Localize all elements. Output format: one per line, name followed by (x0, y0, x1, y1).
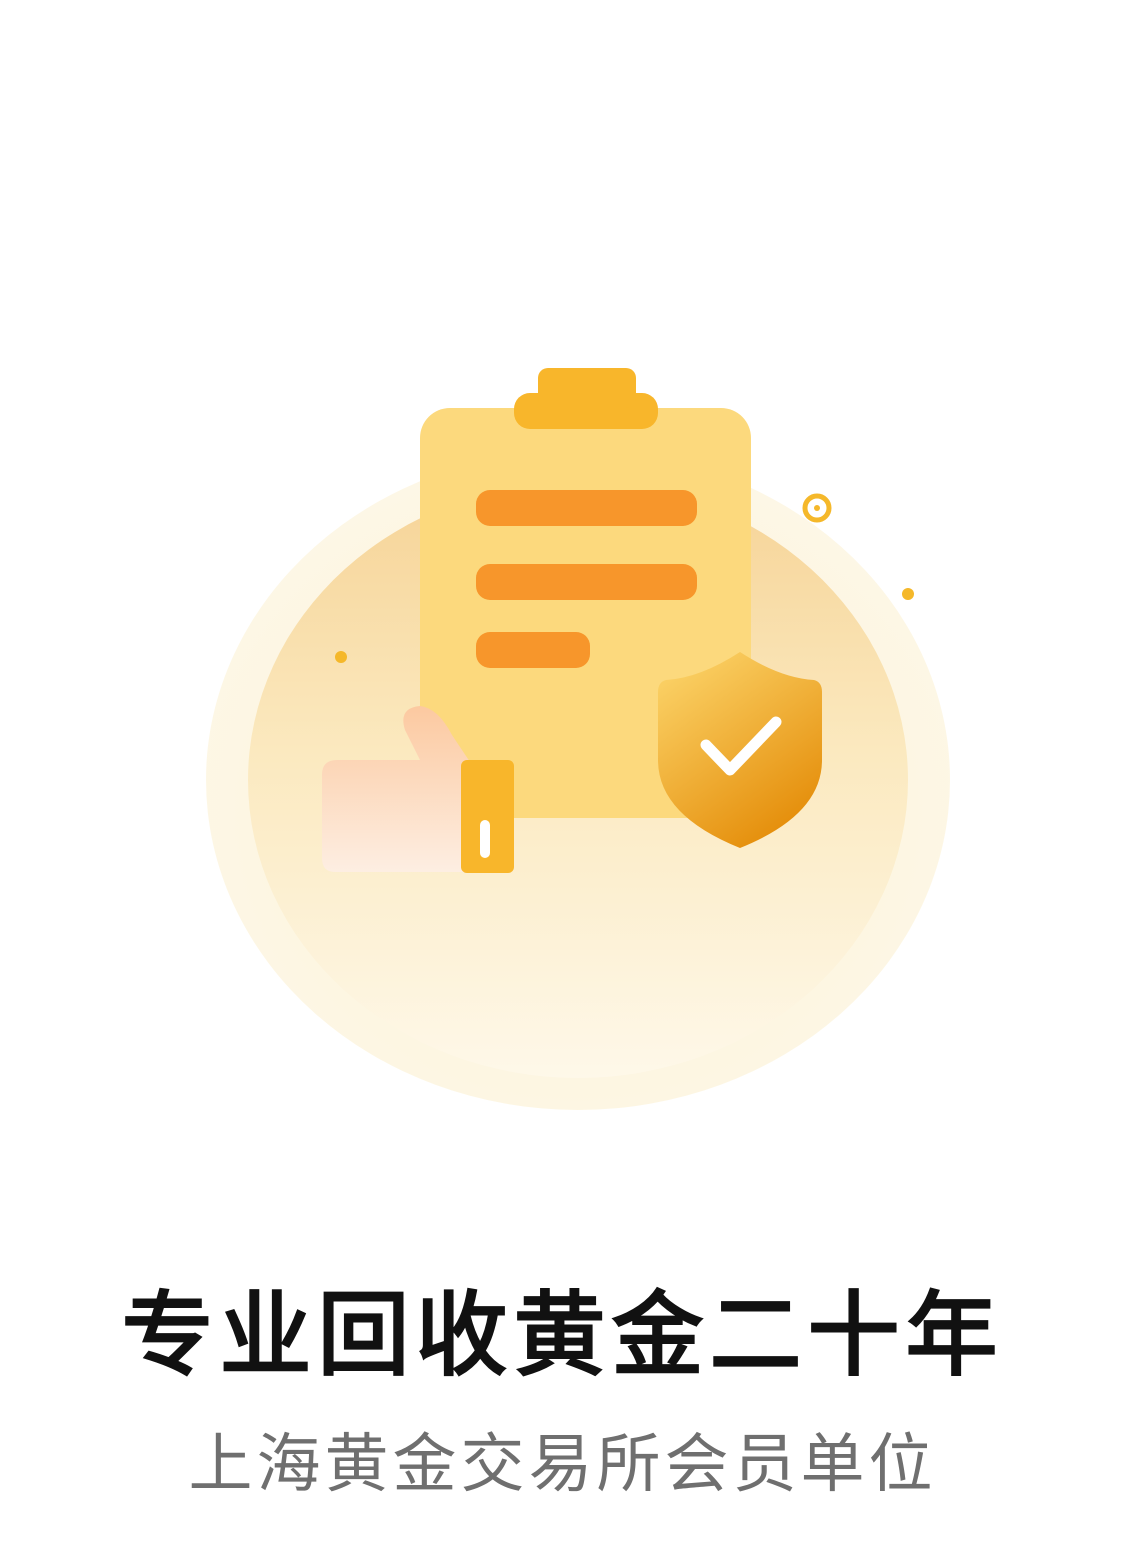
splash-screen: 专业回收黄金二十年 上海黄金交易所会员单位 (0, 0, 1125, 1560)
headline: 专业回收黄金二十年 (121, 1281, 1004, 1389)
subheadline: 上海黄金交易所会员单位 (188, 1428, 937, 1502)
illustration (206, 368, 950, 1110)
